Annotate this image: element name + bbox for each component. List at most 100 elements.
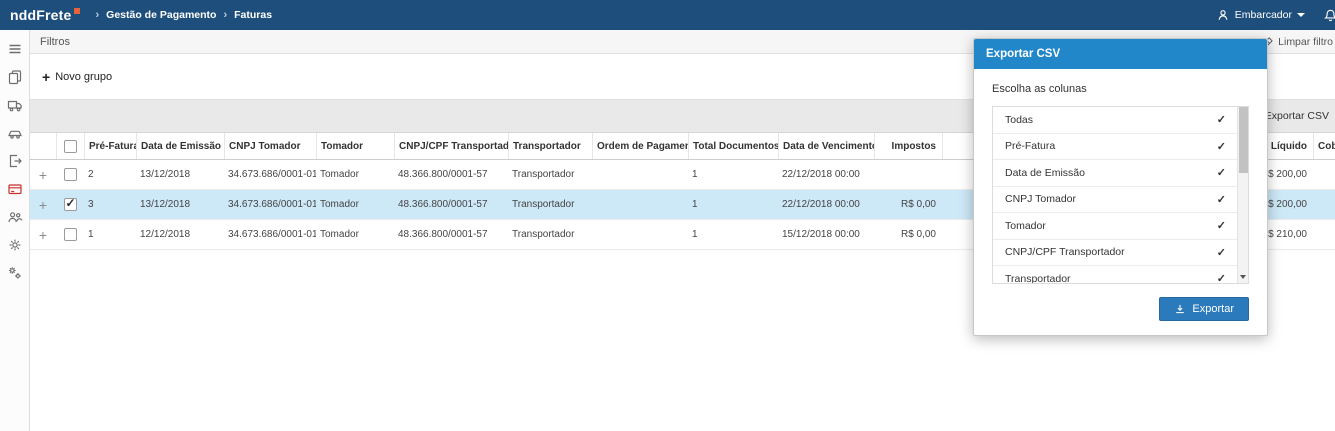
column-options-list: Todas ✓ Pré-Fatura ✓ Data de Emissão ✓ C… — [992, 106, 1249, 284]
check-icon: ✓ — [1216, 273, 1226, 284]
header-label: Pré-Fatura — [89, 140, 136, 152]
app-logo-text: nddFrete — [10, 7, 72, 23]
cell-data-vencimento: 15/12/2018 00:00 — [782, 229, 860, 240]
vehicle-icon[interactable] — [6, 124, 23, 141]
cell-pre-fatura: 1 — [88, 229, 94, 240]
column-option-label: Data de Emissão — [1005, 166, 1085, 179]
export-button[interactable]: Exportar — [1159, 297, 1249, 321]
scrollbar[interactable] — [1237, 107, 1248, 283]
header-cnpj-tomador[interactable]: CNPJ Tomador — [224, 133, 316, 159]
app-logo: nddFrete — [10, 7, 80, 23]
plus-icon: + — [42, 68, 51, 85]
chevron-right-icon: › — [95, 9, 100, 21]
cell-tomador: Tomador — [320, 229, 359, 240]
column-option-pre-fatura[interactable]: Pré-Fatura ✓ — [993, 134, 1248, 160]
documents-icon[interactable] — [6, 68, 23, 85]
cell-ordem-pagamento — [592, 190, 688, 219]
cell-cobranca — [1313, 160, 1335, 189]
truck-icon[interactable] — [6, 96, 23, 113]
expand-row-button[interactable]: + — [39, 168, 47, 182]
notifications-button[interactable] — [1319, 4, 1335, 26]
cell-data-vencimento: 22/12/2018 00:00 — [782, 169, 860, 180]
header-total-documentos[interactable]: Total Documentos — [688, 133, 778, 159]
users-icon[interactable] — [6, 208, 23, 225]
header-label: CNPJ Tomador — [229, 140, 301, 152]
column-option-todas[interactable]: Todas ✓ — [993, 107, 1248, 134]
header-impostos[interactable]: Impostos — [874, 133, 942, 159]
gears-icon[interactable] — [6, 264, 23, 281]
check-icon: ✓ — [1216, 114, 1226, 127]
modal-subtitle: Escolha as colunas — [992, 83, 1087, 95]
column-option-label: Todas — [1005, 113, 1034, 126]
row-checkbox[interactable] — [63, 168, 77, 181]
cell-data-emissao: 13/12/2018 — [140, 169, 191, 180]
cell-tomador: Tomador — [320, 169, 359, 180]
column-option-cnpj-cpf-transportador[interactable]: CNPJ/CPF Transportador ✓ — [993, 240, 1248, 266]
breadcrumb-gestao-pagamento[interactable]: Gestão de Pagamento — [106, 9, 216, 21]
header-cobranca[interactable]: Cobrança — [1313, 133, 1335, 159]
column-option-transportador[interactable]: Transportador ✓ — [993, 266, 1248, 284]
clear-filter-button[interactable]: Limpar filtro — [1262, 36, 1333, 48]
cell-impostos — [874, 160, 942, 189]
new-group-label: Novo grupo — [55, 70, 113, 83]
cell-pre-fatura: 2 — [88, 169, 94, 180]
column-option-label: Pré-Fatura — [1005, 140, 1056, 153]
user-icon — [1218, 10, 1228, 20]
column-option-label: Tomador — [1005, 219, 1046, 232]
column-option-tomador[interactable]: Tomador ✓ — [993, 213, 1248, 240]
scrollbar-down-button[interactable] — [1238, 271, 1248, 283]
cell-total-documentos: 1 — [692, 199, 698, 210]
header-label: Ordem de Pagamento — [597, 140, 688, 152]
breadcrumb-faturas[interactable]: Faturas — [234, 9, 272, 21]
expand-row-button[interactable]: + — [39, 198, 47, 212]
header-label: Impostos — [891, 140, 936, 152]
header-label: Líquido — [1270, 140, 1307, 152]
app-window: nddFrete › Gestão de Pagamento › Faturas… — [0, 0, 1335, 431]
header-tomador[interactable]: Tomador — [316, 133, 394, 159]
scrollbar-thumb[interactable] — [1239, 107, 1248, 173]
new-group-button[interactable]: + Novo grupo — [42, 70, 112, 84]
modal-footer: Exportar — [992, 297, 1249, 321]
payment-management-icon[interactable] — [6, 180, 23, 197]
header-data-emissao[interactable]: Data de Emissão ↓ — [136, 133, 224, 159]
column-option-label: CNPJ/CPF Transportador — [1005, 246, 1125, 259]
header-ordem-pagamento[interactable]: Ordem de Pagamento — [592, 133, 688, 159]
cell-ordem-pagamento — [592, 160, 688, 189]
export-csv-modal: Exportar CSV Escolha as colunas Todas ✓ … — [973, 38, 1268, 336]
export-csv-label: Exportar CSV — [1264, 110, 1329, 122]
row-checkbox[interactable] — [63, 196, 77, 211]
cell-pre-fatura: 3 — [88, 199, 94, 210]
column-option-label: CNPJ Tomador — [1005, 193, 1076, 206]
cell-impostos: R$ 0,00 — [900, 229, 936, 240]
header-pre-fatura[interactable]: Pré-Fatura — [84, 133, 136, 159]
download-icon — [1176, 304, 1185, 314]
triangle-down-icon — [1240, 275, 1246, 279]
header-transportador[interactable]: Transportador — [508, 133, 592, 159]
header-label: Data de Vencimento — [783, 140, 874, 152]
check-icon: ✓ — [1216, 140, 1226, 153]
header-select-all — [56, 133, 84, 159]
cell-transportador: Transportador — [512, 169, 575, 180]
header-data-vencimento[interactable]: Data de Vencimento — [778, 133, 874, 159]
cell-data-vencimento: 22/12/2018 00:00 — [782, 199, 860, 210]
column-option-cnpj-tomador[interactable]: CNPJ Tomador ✓ — [993, 187, 1248, 213]
header-cnpj-cpf-transportador[interactable]: CNPJ/CPF Transportador — [394, 133, 508, 159]
filters-title: Filtros — [40, 35, 70, 48]
select-all-checkbox[interactable] — [64, 139, 77, 153]
row-checkbox[interactable] — [63, 228, 77, 241]
cell-cnpj-tomador: 34.673.686/0001-01 — [228, 229, 316, 240]
chevron-down-icon — [1297, 13, 1305, 17]
expand-row-button[interactable]: + — [39, 228, 47, 242]
header-label: CNPJ/CPF Transportador — [399, 140, 508, 152]
gear-icon[interactable] — [6, 236, 23, 253]
menu-icon[interactable] — [6, 40, 23, 57]
modal-header: Exportar CSV — [974, 39, 1267, 69]
sign-out-icon[interactable] — [6, 152, 23, 169]
user-menu[interactable]: Embarcador — [1216, 8, 1305, 22]
column-option-data-emissao[interactable]: Data de Emissão ✓ — [993, 160, 1248, 187]
sidebar — [0, 30, 30, 431]
check-icon: ✓ — [1216, 167, 1226, 180]
cell-cobranca — [1313, 220, 1335, 249]
cell-total-documentos: 1 — [692, 229, 698, 240]
check-icon: ✓ — [1216, 220, 1226, 233]
